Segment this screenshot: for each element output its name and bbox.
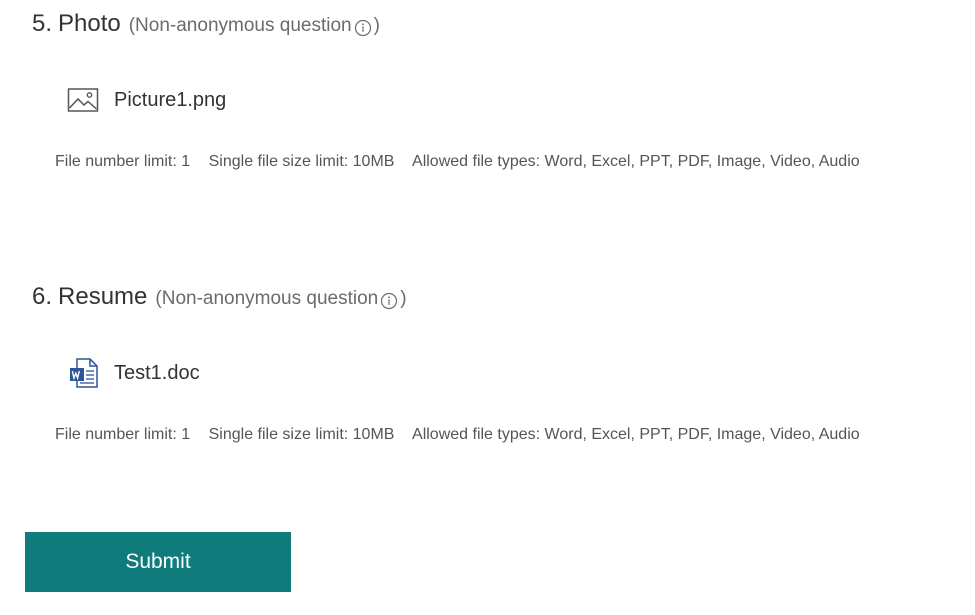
file-name[interactable]: Picture1.png: [114, 89, 226, 112]
file-size-limit: Single file size limit: 10MB: [208, 426, 395, 443]
info-icon[interactable]: [380, 292, 398, 310]
submit-button[interactable]: Submit: [25, 532, 291, 592]
image-icon: [66, 84, 100, 116]
allowed-file-types: Allowed file types: Word, Excel, PPT, PD…: [412, 426, 860, 443]
form-page: 5. Photo (Non-anonymous question ) Pictu…: [0, 0, 975, 615]
non-anonymous-label: (Non-anonymous question: [128, 15, 352, 36]
file-name[interactable]: Test1.doc: [114, 362, 200, 385]
file-number-limit: File number limit: 1: [55, 153, 191, 170]
non-anonymous-close: ): [400, 288, 407, 309]
file-size-limit: Single file size limit: 10MB: [208, 153, 395, 170]
question-text: Photo: [58, 10, 121, 37]
word-document-icon: [66, 357, 100, 389]
non-anonymous-note: (Non-anonymous question ): [155, 288, 407, 310]
question-number: 5.: [32, 10, 53, 37]
uploaded-file[interactable]: Test1.doc: [66, 357, 200, 389]
non-anonymous-label: (Non-anonymous question: [155, 288, 379, 309]
upload-limits: File number limit: 1 Single file size li…: [55, 426, 860, 444]
question-number: 6.: [32, 283, 53, 310]
allowed-file-types: Allowed file types: Word, Excel, PPT, PD…: [412, 153, 860, 170]
uploaded-file[interactable]: Picture1.png: [66, 84, 226, 116]
upload-limits: File number limit: 1 Single file size li…: [55, 153, 860, 171]
file-number-limit: File number limit: 1: [55, 426, 191, 443]
question-title: 6. Resume (Non-anonymous question ): [32, 283, 407, 315]
non-anonymous-note: (Non-anonymous question ): [129, 15, 380, 37]
non-anonymous-close: ): [373, 15, 380, 36]
question-title: 5. Photo (Non-anonymous question ): [32, 10, 380, 42]
question-text: Resume: [58, 283, 148, 310]
info-icon[interactable]: [354, 19, 372, 37]
